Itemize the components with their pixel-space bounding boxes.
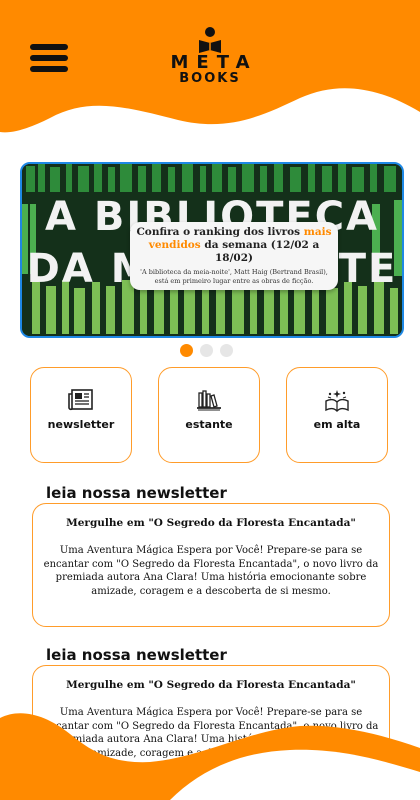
tile-label: newsletter — [47, 418, 115, 431]
featured-banner[interactable]: A BIBLIOTECA DA MEIA-NOITE Confira o ran… — [20, 162, 404, 338]
top-header: META BOOKS — [0, 0, 420, 140]
tile-label: estante — [185, 418, 233, 431]
carousel-dot-2[interactable] — [200, 344, 213, 357]
carousel-dot-1[interactable] — [180, 344, 193, 357]
tile-estante[interactable]: estante — [158, 367, 260, 463]
hamburger-menu-icon[interactable] — [30, 44, 68, 76]
banner-info-card[interactable]: Confira o ranking dos livros mais vendid… — [130, 222, 338, 290]
brand-logo[interactable]: META BOOKS — [150, 26, 270, 86]
tile-label: em alta — [313, 418, 361, 431]
newspaper-icon — [68, 389, 93, 411]
open-book-sparkle-icon — [325, 390, 349, 412]
section-title: leia nossa newsletter — [46, 484, 227, 502]
newsletter-card[interactable]: Mergulhe em "O Segredo da Floresta Encan… — [32, 503, 390, 627]
newsletter-body: Uma Aventura Mágica Espera por Você! Pre… — [43, 545, 379, 597]
bookshelf-icon — [197, 390, 221, 411]
banner-card-subtitle: 'A biblioteca da meia-noite', Matt Haig … — [140, 268, 328, 285]
tile-newsletter[interactable]: newsletter — [30, 367, 132, 463]
reader-icon — [199, 27, 221, 53]
carousel-dot-3[interactable] — [220, 344, 233, 357]
banner-card-title: Confira o ranking dos livros mais vendid… — [136, 226, 332, 264]
brand-name: META — [170, 52, 258, 73]
brand-subtitle: BOOKS — [179, 71, 241, 86]
newsletter-heading: Mergulhe em "O Segredo da Floresta Encan… — [66, 517, 356, 529]
carousel-dots — [180, 340, 240, 359]
section-title: leia nossa newsletter — [46, 646, 227, 664]
footer-wave-decoration — [0, 713, 420, 800]
tile-em-alta[interactable]: em alta — [286, 367, 388, 463]
